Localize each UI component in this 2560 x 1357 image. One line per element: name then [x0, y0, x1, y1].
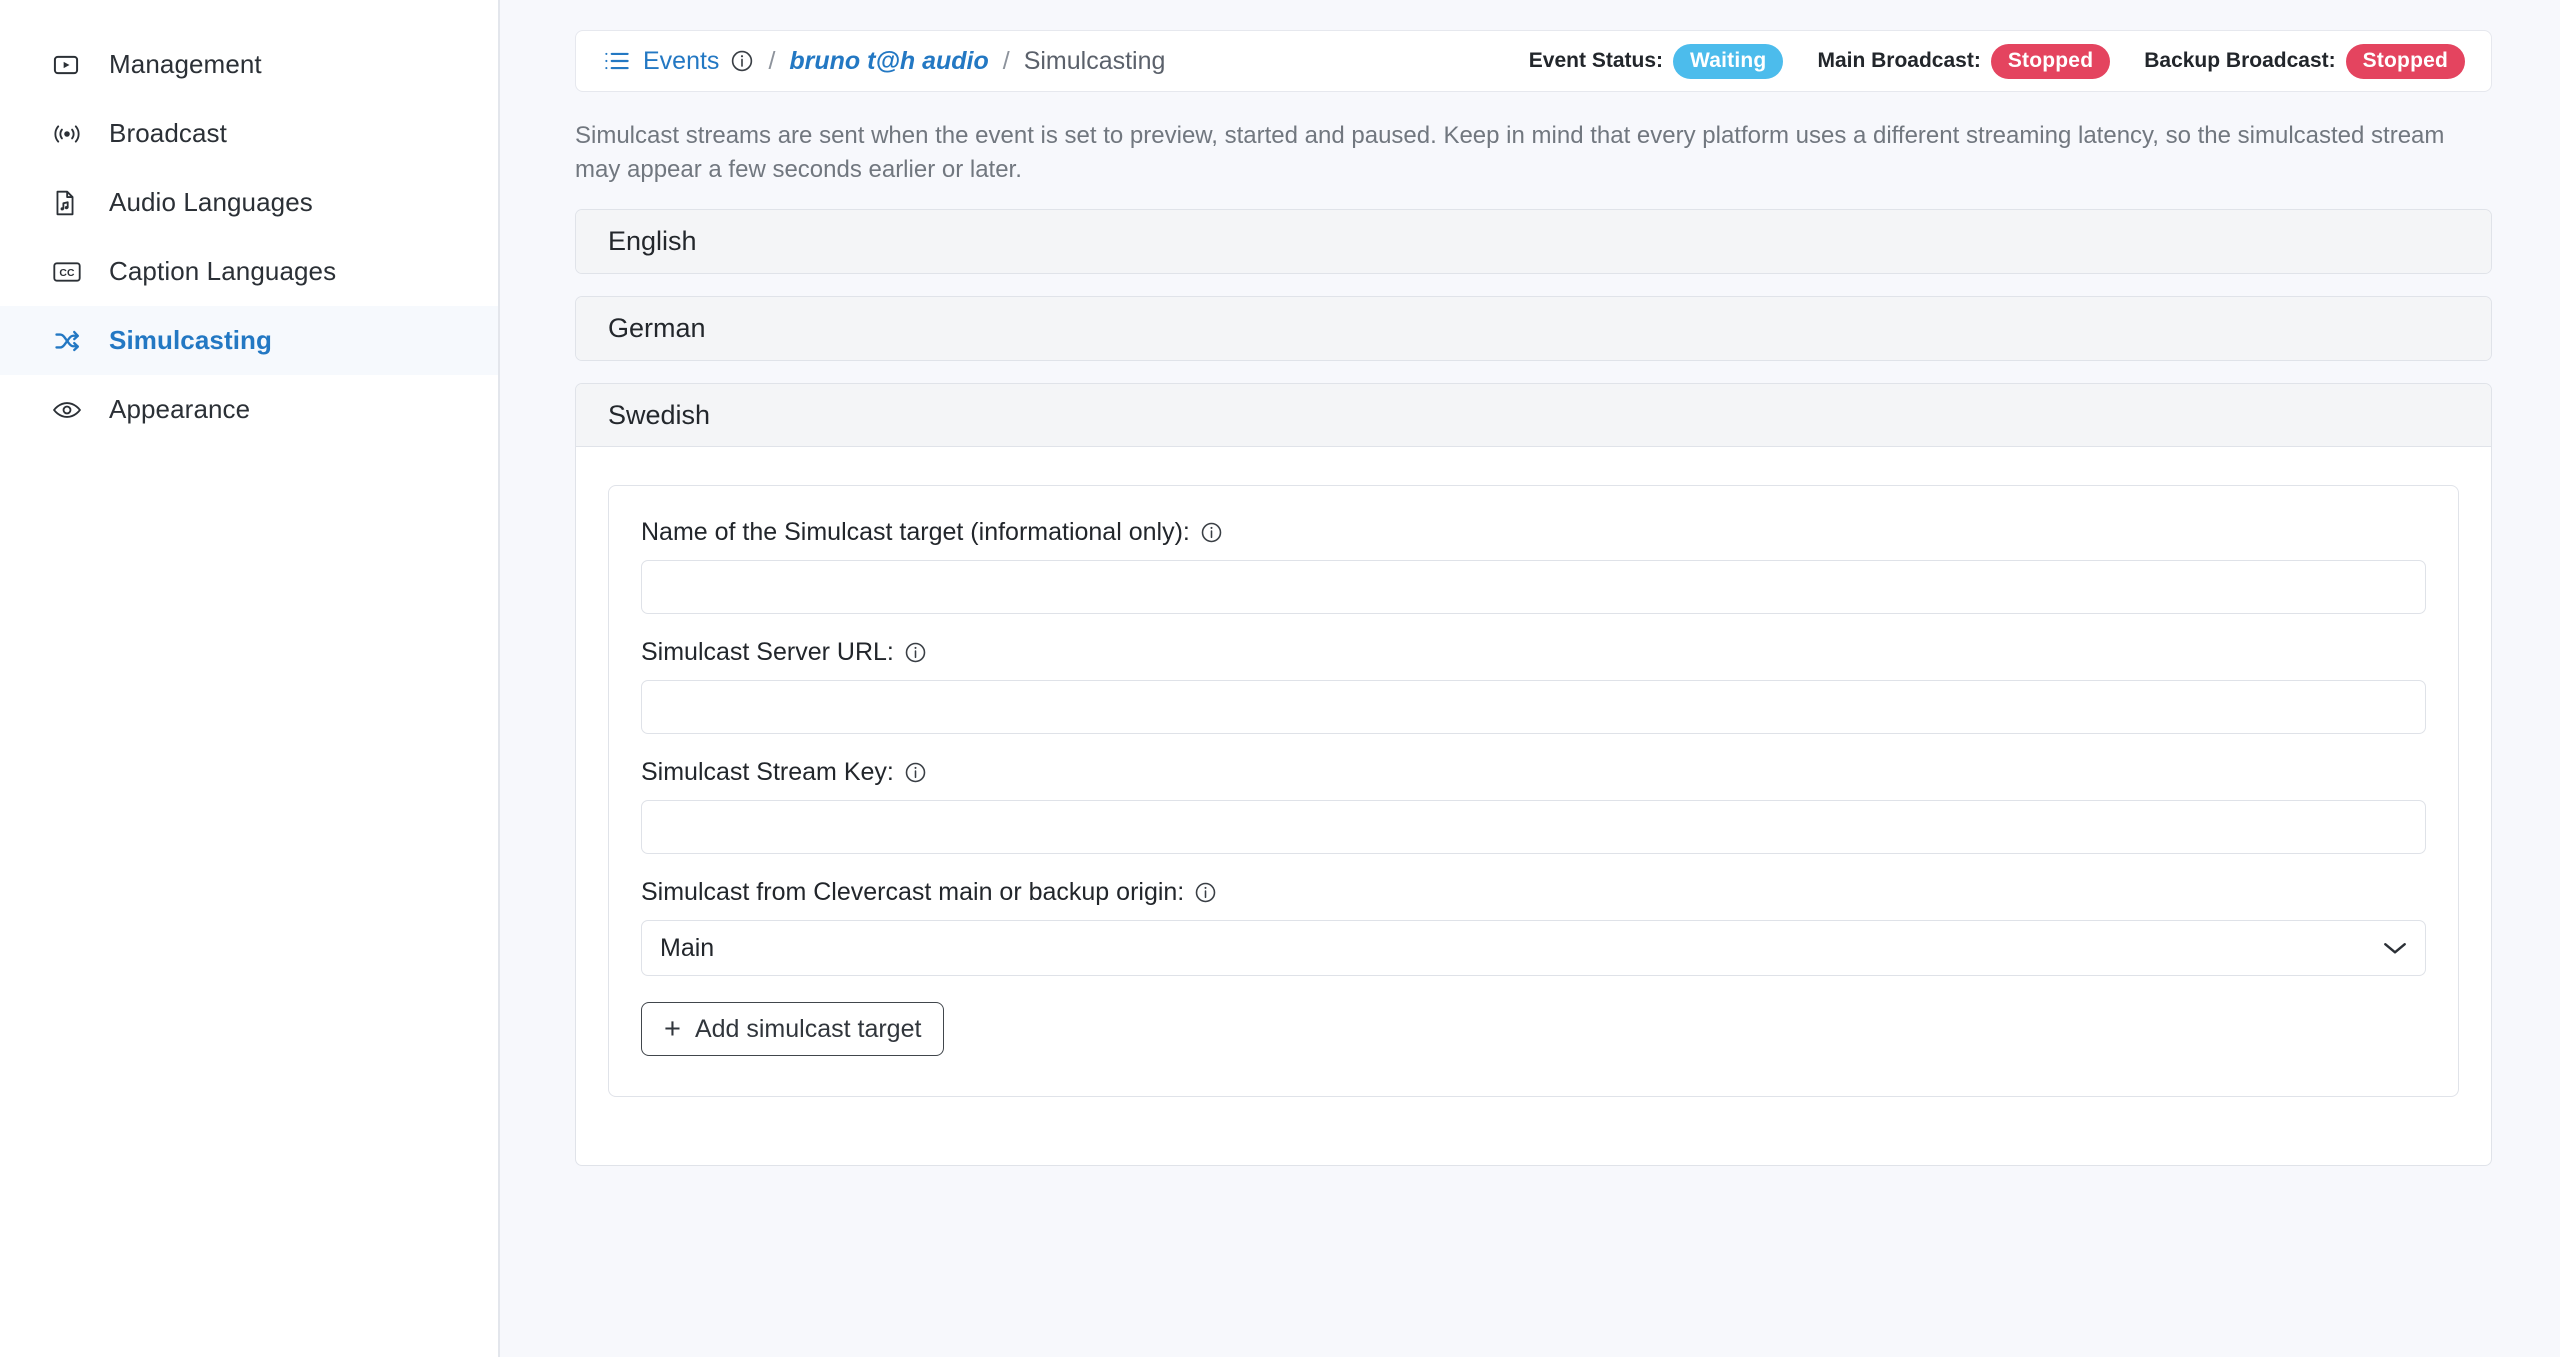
info-icon[interactable] — [1200, 521, 1223, 544]
list-icon — [604, 50, 630, 72]
language-panel-header[interactable]: Swedish — [576, 384, 2491, 448]
status-badge-backup: Stopped — [2345, 43, 2465, 79]
info-icon[interactable] — [1194, 881, 1217, 904]
shuffle-icon — [52, 327, 96, 355]
language-panel-swedish: Swedish Name of the Simulcast target (in… — [575, 383, 2492, 1167]
sidebar-item-simulcasting[interactable]: Simulcasting — [0, 306, 498, 375]
target-name-label: Name of the Simulcast target (informatio… — [641, 518, 2426, 547]
target-name-input[interactable] — [641, 560, 2426, 615]
breadcrumb-bar: Events / bruno t@h audio / Simulcasting … — [575, 30, 2492, 92]
origin-select-wrap: Main — [641, 920, 2426, 977]
field-server-url: Simulcast Server URL: — [641, 638, 2426, 735]
stream-key-label-text: Simulcast Stream Key: — [641, 758, 894, 787]
sidebar-item-audio-languages[interactable]: Audio Languages — [0, 168, 498, 237]
server-url-input[interactable] — [641, 680, 2426, 735]
broadcast-icon — [52, 120, 96, 148]
backup-broadcast-group: Backup Broadcast: Stopped — [2144, 43, 2465, 79]
breadcrumb: Events / bruno t@h audio / Simulcasting — [604, 47, 1165, 76]
svg-text:CC: CC — [59, 267, 75, 278]
status-badge-main: Stopped — [1990, 43, 2111, 79]
main-broadcast-label: Main Broadcast: — [1817, 49, 1981, 72]
language-panel-header[interactable]: English — [576, 210, 2491, 274]
breadcrumb-separator: / — [768, 46, 776, 75]
sidebar-item-management[interactable]: Management — [0, 30, 498, 99]
origin-select[interactable]: Main — [641, 920, 2426, 977]
video-play-icon — [52, 51, 96, 79]
field-origin: Simulcast from Clevercast main or backup… — [641, 878, 2426, 977]
server-url-label: Simulcast Server URL: — [641, 638, 2426, 667]
field-stream-key: Simulcast Stream Key: — [641, 758, 2426, 855]
page-description: Simulcast streams are sent when the even… — [575, 122, 2445, 184]
panel-footer-space — [608, 1097, 2459, 1165]
event-status-group: Event Status: Waiting — [1528, 43, 1784, 79]
audio-file-icon — [52, 189, 96, 217]
origin-label: Simulcast from Clevercast main or backup… — [641, 878, 2426, 907]
sidebar-item-label: Management — [109, 49, 262, 79]
info-icon[interactable] — [904, 761, 927, 784]
status-indicators: Event Status: Waiting Main Broadcast: St… — [1528, 43, 2465, 79]
target-name-label-text: Name of the Simulcast target (informatio… — [641, 518, 1190, 547]
sidebar-item-label: Caption Languages — [109, 256, 337, 286]
add-simulcast-target-label: Add simulcast target — [694, 1014, 922, 1043]
main-content: Events / bruno t@h audio / Simulcasting … — [500, 0, 2560, 1357]
sidebar-item-caption-languages[interactable]: CC Caption Languages — [0, 237, 498, 306]
plus-icon: + — [664, 1012, 681, 1045]
sidebar-item-label: Audio Languages — [109, 187, 313, 217]
backup-broadcast-label: Backup Broadcast: — [2144, 49, 2336, 72]
info-icon[interactable] — [730, 49, 754, 73]
language-panel-english: English — [575, 209, 2492, 275]
language-panel-german: German — [575, 296, 2492, 362]
sidebar-item-broadcast[interactable]: Broadcast — [0, 99, 498, 168]
sidebar-item-label: Simulcasting — [109, 325, 273, 355]
breadcrumb-event-link[interactable]: bruno t@h audio — [789, 47, 988, 76]
breadcrumb-current: Simulcasting — [1023, 46, 1166, 75]
eye-icon — [52, 397, 96, 423]
language-panel-body: Name of the Simulcast target (informatio… — [576, 447, 2491, 1165]
add-simulcast-target-button[interactable]: + Add simulcast target — [641, 1002, 945, 1057]
stream-key-label: Simulcast Stream Key: — [641, 758, 2426, 787]
status-badge-event: Waiting — [1673, 43, 1784, 79]
stream-key-input[interactable] — [641, 800, 2426, 855]
field-target-name: Name of the Simulcast target (informatio… — [641, 518, 2426, 615]
sidebar: Management Broadcast Audio Languages CC … — [0, 0, 500, 1357]
sidebar-item-label: Broadcast — [109, 118, 227, 148]
breadcrumb-separator: / — [1002, 46, 1010, 75]
sidebar-item-appearance[interactable]: Appearance — [0, 375, 498, 444]
closed-caption-icon: CC — [52, 259, 96, 285]
server-url-label-text: Simulcast Server URL: — [641, 638, 894, 667]
info-icon[interactable] — [904, 641, 927, 664]
origin-label-text: Simulcast from Clevercast main or backup… — [641, 878, 1185, 907]
language-panel-header[interactable]: German — [576, 297, 2491, 361]
app-root: Management Broadcast Audio Languages CC … — [0, 0, 2560, 1357]
sidebar-item-label: Appearance — [109, 394, 251, 424]
event-status-label: Event Status: — [1528, 49, 1663, 72]
simulcast-target-card: Name of the Simulcast target (informatio… — [608, 485, 2459, 1098]
main-broadcast-group: Main Broadcast: Stopped — [1817, 43, 2111, 79]
breadcrumb-events-link[interactable]: Events — [643, 47, 719, 76]
